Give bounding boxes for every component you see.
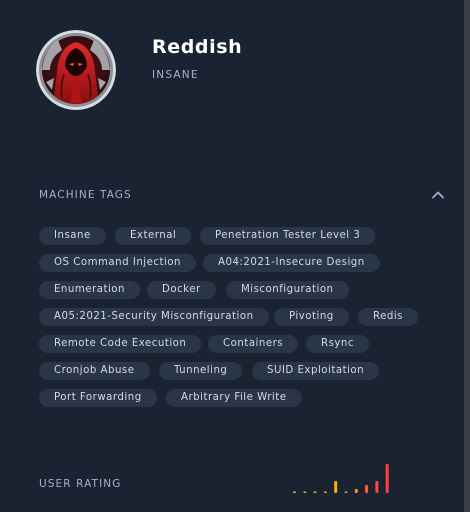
- rating-bar: [323, 491, 327, 493]
- tag-pivoting[interactable]: Pivoting: [274, 308, 349, 326]
- user-rating-title: USER RATING: [39, 478, 122, 490]
- rating-bar: [303, 491, 307, 493]
- tag-cronjob-abuse[interactable]: Cronjob Abuse: [39, 362, 150, 380]
- rating-bar: [313, 491, 317, 493]
- rating-bar: [354, 489, 358, 493]
- tag-arbitrary-file-write[interactable]: Arbitrary File Write: [166, 389, 302, 407]
- scrollbar-track[interactable]: [464, 0, 470, 512]
- user-rating-chart: [293, 464, 389, 493]
- rating-bar: [385, 464, 389, 493]
- rating-bar: [344, 491, 348, 493]
- rating-bar: [334, 481, 338, 493]
- tag-remote-code-execution[interactable]: Remote Code Execution: [39, 335, 202, 353]
- machine-tags-title: MACHINE TAGS: [39, 189, 132, 201]
- tag-redis[interactable]: Redis: [358, 308, 418, 326]
- rating-bar: [365, 485, 369, 493]
- tag-docker[interactable]: Docker: [147, 281, 216, 299]
- tag-tunneling[interactable]: Tunneling: [159, 362, 243, 380]
- rating-bar: [375, 481, 379, 493]
- tag-port-forwarding[interactable]: Port Forwarding: [39, 389, 157, 407]
- tag-a04-insecure-design[interactable]: A04:2021-Insecure Design: [203, 254, 380, 272]
- tag-os-command-injection[interactable]: OS Command Injection: [39, 254, 196, 272]
- tag-a05-security-misconfiguration[interactable]: A05:2021-Security Misconfiguration: [39, 308, 269, 326]
- tag-rsync[interactable]: Rsync: [306, 335, 369, 353]
- hooded-figure-logo: [36, 30, 116, 110]
- machine-name: Reddish: [152, 36, 243, 58]
- rating-bar: [293, 491, 296, 493]
- machine-difficulty: INSANE: [152, 69, 199, 81]
- collapse-tags-button[interactable]: [429, 187, 447, 203]
- tag-penetration-tester-level-3[interactable]: Penetration Tester Level 3: [200, 227, 376, 245]
- tag-containers[interactable]: Containers: [208, 335, 299, 353]
- tag-insane[interactable]: Insane: [39, 227, 106, 245]
- tag-external[interactable]: External: [115, 227, 192, 245]
- machine-avatar: [36, 30, 116, 110]
- chevron-up-icon: [432, 191, 444, 199]
- tag-suid-exploitation[interactable]: SUID Exploitation: [252, 362, 380, 380]
- tag-enumeration[interactable]: Enumeration: [39, 281, 140, 299]
- tag-misconfiguration[interactable]: Misconfiguration: [226, 281, 349, 299]
